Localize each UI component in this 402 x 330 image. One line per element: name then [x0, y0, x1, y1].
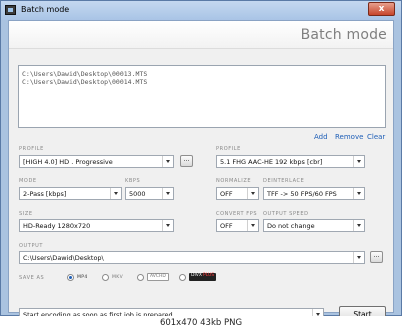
mp4-radio[interactable] — [67, 274, 74, 281]
deinterlace-label: DEINTERLACE — [263, 178, 305, 184]
clear-link[interactable]: Clear — [367, 133, 385, 141]
chevron-down-icon — [247, 220, 258, 231]
output-speed-select[interactable]: Do not change — [263, 219, 365, 232]
audio-profile-value: 5.1 FHG AAC-HE 192 kbps [cbr] — [220, 158, 323, 166]
close-button[interactable]: x — [368, 2, 395, 16]
batch-mode-window: Batch mode x Batch mode C:\Users\Dawid\D… — [0, 0, 402, 323]
divx-text: DIVX — [191, 273, 202, 278]
chevron-down-icon — [353, 156, 364, 167]
convert-fps-label: CONVERT FPS — [216, 211, 258, 217]
normalize-label: NORMALIZE — [216, 178, 252, 184]
add-link[interactable]: Add — [314, 133, 328, 141]
kbps-value: 5000 — [129, 190, 146, 198]
client-area: Batch mode C:\Users\Dawid\Desktop\00013.… — [8, 20, 394, 323]
kbps-input[interactable]: 5000 — [125, 187, 174, 200]
mode-select[interactable]: 2-Pass [kbps] — [19, 187, 122, 200]
avchd-label[interactable]: AVCHD — [147, 273, 169, 281]
list-item[interactable]: C:\Users\Dawid\Desktop\00014.MTS — [22, 78, 147, 86]
divx-plus-badge[interactable]: DIVXPLUS — [189, 273, 217, 281]
video-profile-label: PROFILE — [19, 146, 44, 152]
convert-fps-select[interactable]: OFF — [216, 219, 259, 232]
size-select[interactable]: HD-Ready 1280x720 — [19, 219, 174, 232]
audio-profile-select[interactable]: 5.1 FHG AAC-HE 192 kbps [cbr] — [216, 155, 365, 168]
output-path-value: C:\Users\Dawid\Desktop\ — [23, 254, 104, 262]
normalize-value: OFF — [220, 190, 233, 198]
output-browse-button[interactable]: ... — [370, 251, 383, 263]
chevron-down-icon — [353, 220, 364, 231]
deinterlace-select[interactable]: TFF -> 50 FPS/60 FPS — [263, 187, 365, 200]
kbps-label: KBPS — [125, 178, 141, 184]
plus-text: PLUS — [202, 273, 215, 278]
normalize-select[interactable]: OFF — [216, 187, 259, 200]
output-speed-value: Do not change — [267, 222, 315, 230]
chevron-down-icon — [353, 252, 364, 263]
output-label: OUTPUT — [19, 243, 43, 249]
video-profile-select[interactable]: [HIGH 4.0] HD . Progressive — [19, 155, 174, 168]
chevron-down-icon — [110, 188, 121, 199]
image-caption: 601x470 43kb PNG — [0, 316, 402, 330]
deinterlace-value: TFF -> 50 FPS/60 FPS — [267, 190, 337, 198]
title-bar[interactable]: Batch mode x — [1, 1, 401, 20]
mode-value: 2-Pass [kbps] — [23, 190, 67, 198]
video-profile-value: [HIGH 4.0] HD . Progressive — [23, 158, 113, 166]
size-value: HD-Ready 1280x720 — [23, 222, 91, 230]
chevron-down-icon — [247, 188, 258, 199]
remove-link[interactable]: Remove — [335, 133, 363, 141]
file-list[interactable]: C:\Users\Dawid\Desktop\00013.MTS C:\User… — [18, 65, 386, 128]
video-profile-browse-button[interactable]: ... — [180, 155, 193, 167]
chevron-down-icon — [162, 156, 173, 167]
mp4-label[interactable]: MP4 — [77, 275, 88, 280]
convert-fps-value: OFF — [220, 222, 233, 230]
chevron-down-icon — [353, 188, 364, 199]
window-title: Batch mode — [21, 5, 70, 14]
chevron-down-icon — [162, 188, 173, 199]
list-item[interactable]: C:\Users\Dawid\Desktop\00013.MTS — [22, 70, 147, 78]
avchd-radio[interactable] — [137, 274, 144, 281]
size-label: SIZE — [19, 211, 33, 217]
mkv-radio[interactable] — [102, 274, 109, 281]
mkv-label[interactable]: MKV — [112, 275, 123, 280]
divx-plus-radio[interactable] — [179, 274, 186, 281]
chevron-down-icon — [162, 220, 173, 231]
save-as-label: SAVE AS — [19, 275, 45, 281]
app-icon — [5, 5, 16, 15]
page-title: Batch mode — [300, 27, 387, 43]
audio-profile-label: PROFILE — [216, 146, 241, 152]
mode-label: MODE — [19, 178, 37, 184]
output-path-field[interactable]: C:\Users\Dawid\Desktop\ — [19, 251, 365, 264]
output-speed-label: OUTPUT SPEED — [263, 211, 309, 217]
header-banner: Batch mode — [9, 21, 393, 49]
